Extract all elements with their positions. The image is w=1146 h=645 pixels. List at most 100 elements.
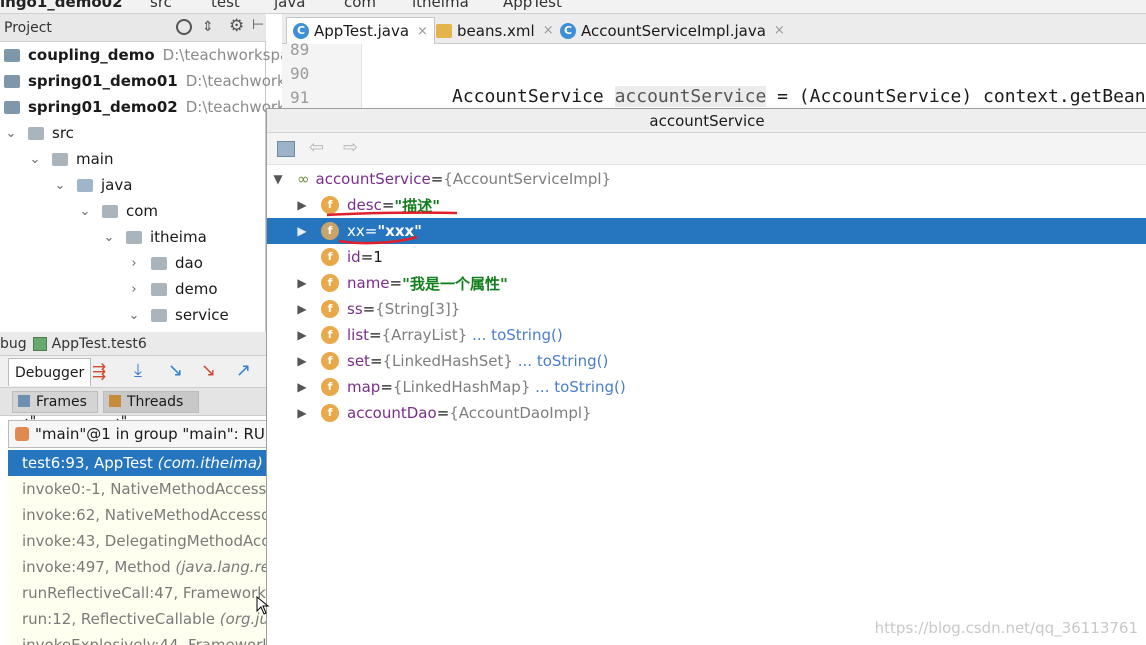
collapse-icon[interactable]: ⇕ bbox=[202, 19, 214, 35]
package-icon bbox=[151, 282, 167, 296]
crumb-com[interactable]: com bbox=[344, 0, 376, 11]
tree-item-main[interactable]: ⌄ main bbox=[28, 146, 114, 172]
tostring-link[interactable]: ... toString() bbox=[535, 378, 626, 396]
crumb-itheima[interactable]: itheima bbox=[412, 0, 469, 11]
field-icon: f bbox=[321, 248, 339, 266]
tree-item-itheima[interactable]: ⌄ itheima bbox=[102, 224, 207, 250]
tostring-link[interactable]: ... toString() bbox=[472, 326, 563, 344]
package-icon bbox=[102, 204, 118, 218]
step-out-icon[interactable]: ↗ bbox=[236, 360, 251, 381]
field-icon: f bbox=[321, 404, 339, 422]
frames-list: test6:93, AppTest (com.itheima) invoke0:… bbox=[8, 450, 266, 645]
thread-icon bbox=[15, 427, 29, 441]
tree-item-src[interactable]: ⌄ src bbox=[4, 120, 74, 146]
chevron-right-icon[interactable]: ▶ bbox=[295, 302, 309, 316]
step-into-icon[interactable]: ↘ bbox=[168, 360, 183, 381]
folder-icon bbox=[28, 126, 44, 140]
tostring-link[interactable]: ... toString() bbox=[518, 352, 609, 370]
class-icon: C bbox=[560, 22, 576, 39]
folder-icon bbox=[52, 152, 68, 166]
close-icon[interactable]: × bbox=[417, 24, 428, 39]
red-annotation bbox=[326, 211, 458, 245]
close-icon[interactable]: × bbox=[774, 23, 785, 38]
variable-field[interactable]: ▶ f ss = {String[3]} bbox=[267, 296, 1146, 322]
frame-item[interactable]: invoke:62, NativeMethodAccessorIn bbox=[8, 502, 266, 528]
tree-item-java[interactable]: ⌄ java bbox=[53, 172, 133, 198]
code-editor[interactable]: AccountService accountService = (Account… bbox=[362, 44, 1146, 108]
debug-toolbar: Debugger ⇶ ⤓ ↘ ↘ ↗ bbox=[0, 356, 266, 388]
package-icon bbox=[151, 308, 167, 322]
chevron-right-icon[interactable]: › bbox=[127, 256, 141, 271]
chevron-right-icon[interactable]: ▶ bbox=[295, 328, 309, 342]
chevron-right-icon[interactable]: ▶ bbox=[295, 276, 309, 290]
debugger-tab[interactable]: Debugger bbox=[8, 358, 92, 386]
crumb-src[interactable]: src bbox=[150, 0, 172, 11]
variable-field[interactable]: ▶ f list = {ArrayList} ... toString() bbox=[267, 322, 1146, 348]
editor-tabs: C AppTest.java × beans.xml × C AccountServic… bbox=[282, 14, 1146, 44]
package-icon bbox=[151, 256, 167, 270]
tree-item-com[interactable]: ⌄ com bbox=[78, 198, 159, 224]
frame-item[interactable]: invoke:497, Method (java.lang.refle bbox=[8, 554, 266, 580]
navigation-bar: ingo1_demo02 src test java com itheima A… bbox=[0, 0, 1146, 14]
run-config-tab[interactable]: AppTest.test6 bbox=[52, 336, 147, 352]
tab-accountserviceimpl-java[interactable]: C AccountServiceImpl.java × bbox=[554, 17, 791, 44]
step-over-icon[interactable]: ⤓ bbox=[134, 360, 142, 381]
field-icon: f bbox=[321, 274, 339, 292]
frame-item[interactable]: invoke:43, DelegatingMethodAcces bbox=[8, 528, 266, 554]
debug-titlebar: bug AppTest.test6 bbox=[0, 332, 266, 356]
variable-field[interactable]: ▶ f name = "我是一个属性" bbox=[267, 270, 1146, 296]
chevron-down-icon[interactable]: ⌄ bbox=[28, 152, 42, 167]
chevron-right-icon[interactable]: ▶ bbox=[295, 406, 309, 420]
tab-beans-xml[interactable]: beans.xml × bbox=[430, 17, 560, 44]
chevron-down-icon[interactable]: ⌄ bbox=[53, 178, 67, 193]
field-icon: f bbox=[321, 300, 339, 318]
project-panel: Project ⇕ ⚙ ⊢ coupling_demo D:\teachworks… bbox=[0, 14, 321, 332]
tree-item-service[interactable]: ⌄ service bbox=[127, 302, 229, 328]
close-icon[interactable]: × bbox=[543, 23, 554, 38]
project-module-coupling-demo[interactable]: coupling_demo D:\teachworkspace\ bbox=[4, 42, 312, 68]
variable-field[interactable]: ▶ f set = {LinkedHashSet} ... toString() bbox=[267, 348, 1146, 374]
thread-selector[interactable]: "main"@1 in group "main": RUN bbox=[8, 420, 270, 448]
chevron-down-icon[interactable]: ⌄ bbox=[127, 308, 141, 323]
frame-item[interactable]: run:12, ReflectiveCallable (org.junit bbox=[8, 606, 266, 632]
target-icon[interactable] bbox=[176, 19, 192, 35]
frames-tab[interactable]: Frames →" bbox=[12, 391, 98, 430]
tree-item-demo[interactable]: › demo bbox=[127, 276, 217, 302]
xml-file-icon bbox=[436, 23, 452, 38]
line-gutter: 89 90 91 bbox=[282, 40, 362, 108]
variable-field[interactable]: ▶ f accountDao = {AccountDaoImpl} bbox=[267, 400, 1146, 426]
frame-item[interactable]: test6:93, AppTest (com.itheima) bbox=[8, 450, 266, 476]
threads-tab[interactable]: Threads →" bbox=[103, 391, 199, 430]
frame-item[interactable]: invoke0:-1, NativeMethodAccessorI bbox=[8, 476, 266, 502]
frame-item[interactable]: runReflectiveCall:47, FrameworkMe bbox=[8, 580, 266, 606]
chevron-down-icon[interactable]: ⌄ bbox=[4, 126, 18, 141]
crumb-java[interactable]: java bbox=[274, 0, 305, 11]
crumb-test[interactable]: test bbox=[211, 0, 240, 11]
code-line: AccountService accountService = (Account… bbox=[452, 86, 1146, 107]
module-icon bbox=[4, 48, 20, 62]
chevron-down-icon[interactable]: ⌄ bbox=[102, 230, 116, 245]
show-execution-point-icon[interactable]: ⇶ bbox=[92, 362, 106, 382]
gear-icon[interactable]: ⚙ bbox=[229, 16, 244, 36]
watermark: https://blog.csdn.net/qq_36113761 bbox=[874, 619, 1138, 637]
module-icon bbox=[4, 74, 20, 88]
threads-icon bbox=[109, 395, 121, 407]
tree-item-dao[interactable]: › dao bbox=[127, 250, 203, 276]
crumb-apptest[interactable]: AppTest bbox=[503, 0, 562, 11]
chevron-right-icon[interactable]: ▶ bbox=[295, 354, 309, 368]
source-folder-icon bbox=[77, 178, 93, 192]
project-title[interactable]: Project bbox=[4, 20, 52, 36]
line-number: 90 bbox=[290, 64, 310, 83]
frame-item[interactable]: invokeExplosively:44, FrameworkMe bbox=[8, 632, 266, 645]
chevron-down-icon[interactable]: ⌄ bbox=[78, 204, 92, 219]
project-header: Project ⇕ ⚙ ⊢ bbox=[0, 14, 266, 42]
variable-field[interactable]: ▶ f map = {LinkedHashMap} ... toString() bbox=[267, 374, 1146, 400]
project-module-spring01-demo01[interactable]: spring01_demo01 D:\teachworkspac bbox=[4, 68, 321, 94]
mouse-cursor bbox=[256, 596, 270, 615]
chevron-right-icon[interactable]: ▶ bbox=[295, 380, 309, 394]
hide-icon[interactable]: ⊢ bbox=[252, 17, 264, 33]
line-number: 89 bbox=[290, 40, 310, 59]
module-icon bbox=[4, 100, 20, 114]
force-step-into-icon[interactable]: ↘ bbox=[201, 360, 216, 381]
chevron-right-icon[interactable]: › bbox=[127, 282, 141, 297]
